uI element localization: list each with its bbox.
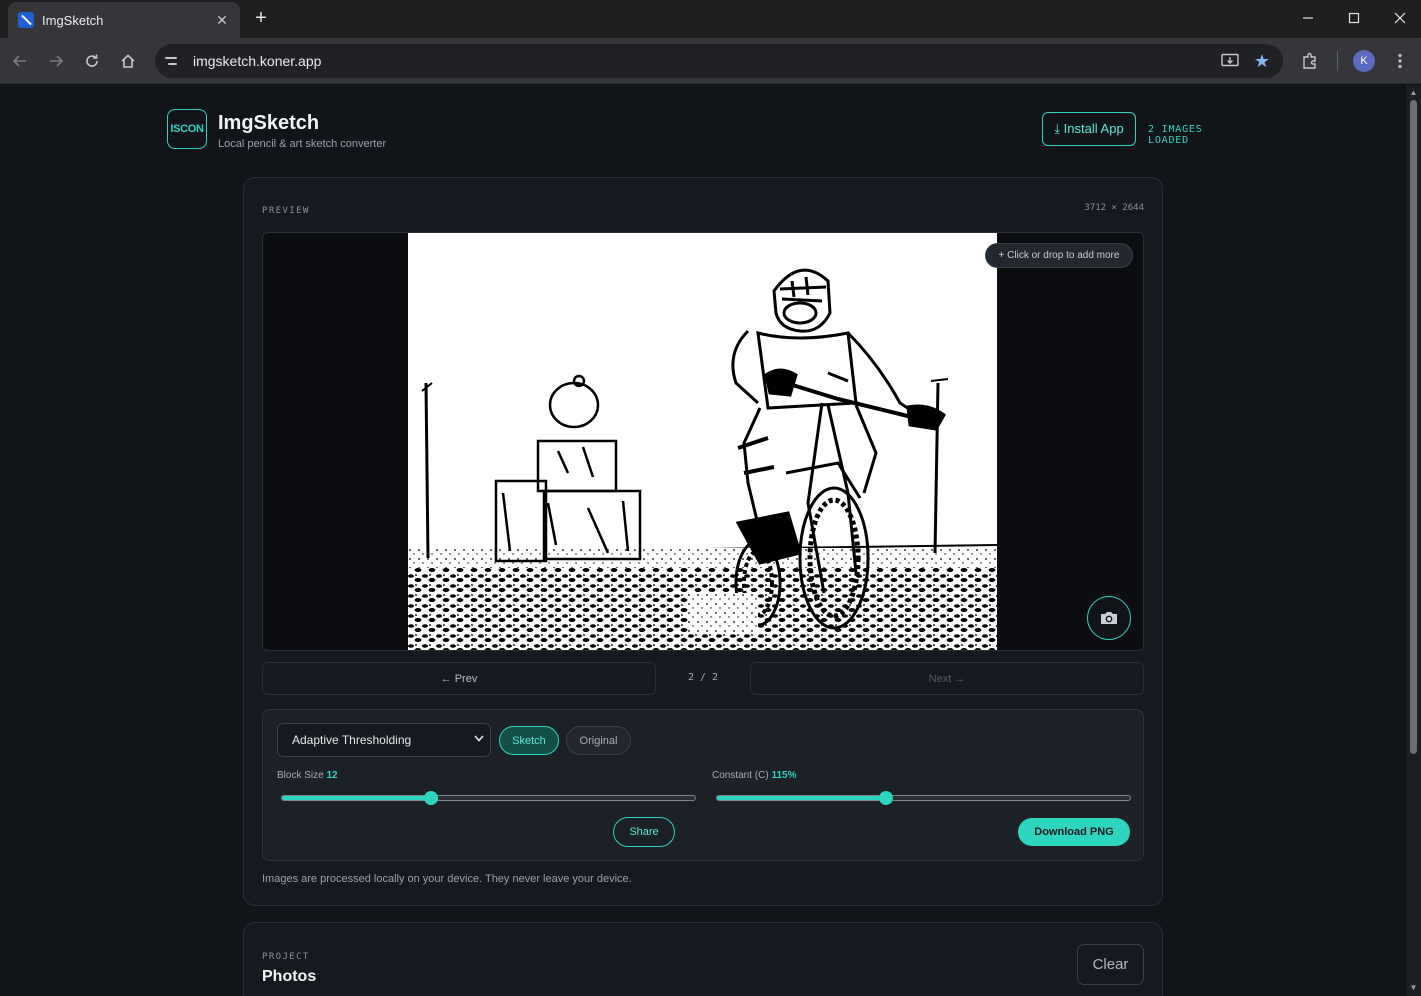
- page-scrollbar[interactable]: ▲ ▼: [1406, 85, 1421, 996]
- browser-menu-icon[interactable]: [1388, 49, 1412, 73]
- images-loaded-count: 2 IMAGES LOADED: [1148, 124, 1203, 146]
- extensions-icon[interactable]: [1298, 49, 1322, 73]
- share-button[interactable]: Share: [613, 817, 675, 847]
- app-header: ISCON ImgSketch Local pencil & art sketc…: [167, 109, 1241, 153]
- sketch-image: [408, 233, 997, 650]
- download-png-button[interactable]: Download PNG: [1018, 818, 1130, 846]
- project-card: PROJECT Photos Clear: [243, 922, 1163, 996]
- camera-icon: [1101, 612, 1117, 624]
- scroll-up-icon[interactable]: ▲: [1409, 89, 1418, 97]
- home-icon[interactable]: [116, 49, 140, 73]
- browser-tab[interactable]: ImgSketch ✕: [8, 2, 240, 38]
- controls-panel: Adaptive Thresholding Sketch Original Bl…: [262, 709, 1144, 861]
- mode-select-value: Adaptive Thresholding: [292, 733, 412, 747]
- image-pager: ← Prev 2 / 2 Next →: [262, 662, 1144, 695]
- page: ISCON ImgSketch Local pencil & art sketc…: [0, 85, 1421, 996]
- camera-button[interactable]: [1087, 596, 1131, 640]
- constant-label: Constant (C) 115%: [712, 770, 797, 781]
- browser-toolbar: imgsketch.koner.app ★: [0, 38, 1421, 84]
- constant-fill: [717, 796, 887, 800]
- new-tab-icon[interactable]: +: [250, 7, 272, 29]
- scroll-thumb[interactable]: [1410, 100, 1417, 754]
- install-page-icon[interactable]: [1219, 50, 1241, 72]
- block-size-slider[interactable]: [281, 791, 696, 805]
- privacy-note: Images are processed locally on your dev…: [262, 873, 632, 885]
- imgsketch-favicon-icon: [18, 12, 34, 28]
- close-window-icon[interactable]: [1386, 6, 1414, 30]
- chevron-down-icon: [474, 734, 484, 745]
- constant-value: 115%: [771, 770, 797, 781]
- close-tab-icon[interactable]: ✕: [212, 10, 232, 30]
- preview-card: PREVIEW 3712 × 2644 + Click or drop to a…: [243, 177, 1163, 906]
- prev-button[interactable]: ← Prev: [262, 662, 656, 695]
- constant-slider[interactable]: [716, 791, 1131, 805]
- install-app-button[interactable]: ⤓ Install App: [1042, 112, 1136, 146]
- page-count: 2 / 2: [687, 672, 719, 683]
- minimize-icon[interactable]: [1294, 6, 1322, 30]
- forward-icon[interactable]: [44, 49, 68, 73]
- sketch-view-toggle[interactable]: Sketch: [499, 726, 559, 755]
- back-icon[interactable]: [8, 49, 32, 73]
- block-size-fill: [282, 796, 431, 800]
- block-size-label: Block Size 12: [277, 770, 338, 781]
- project-label: PROJECT: [262, 952, 310, 962]
- url-text[interactable]: imgsketch.koner.app: [193, 53, 1219, 69]
- mode-select[interactable]: Adaptive Thresholding: [277, 723, 491, 757]
- site-info-icon[interactable]: [165, 51, 185, 71]
- scroll-down-icon[interactable]: ▼: [1409, 984, 1418, 992]
- app-title: ImgSketch: [218, 112, 320, 134]
- add-more-button[interactable]: + Click or drop to add more: [985, 243, 1133, 268]
- tab-title: ImgSketch: [42, 12, 104, 28]
- maximize-icon[interactable]: [1340, 6, 1368, 30]
- preview-label: PREVIEW: [262, 206, 310, 216]
- browser-tab-strip: ImgSketch ✕ +: [0, 0, 1421, 38]
- image-dimensions: 3712 × 2644: [1084, 203, 1144, 213]
- clear-button[interactable]: Clear: [1077, 944, 1144, 985]
- reload-icon[interactable]: [80, 49, 104, 73]
- block-size-thumb[interactable]: [423, 791, 438, 805]
- next-button[interactable]: Next →: [750, 662, 1144, 695]
- block-size-value: 12: [326, 770, 338, 781]
- original-view-toggle[interactable]: Original: [566, 726, 631, 755]
- toolbar-divider: [1337, 51, 1338, 71]
- preview-area[interactable]: + Click or drop to add more: [262, 232, 1144, 651]
- project-title: Photos: [262, 968, 317, 985]
- app-subtitle: Local pencil & art sketch converter: [218, 138, 387, 150]
- profile-avatar[interactable]: K: [1353, 50, 1375, 72]
- address-bar[interactable]: imgsketch.koner.app ★: [155, 44, 1283, 78]
- constant-thumb[interactable]: [879, 791, 894, 805]
- app-logo: ISCON: [167, 109, 207, 149]
- bookmark-star-icon[interactable]: ★: [1251, 50, 1273, 72]
